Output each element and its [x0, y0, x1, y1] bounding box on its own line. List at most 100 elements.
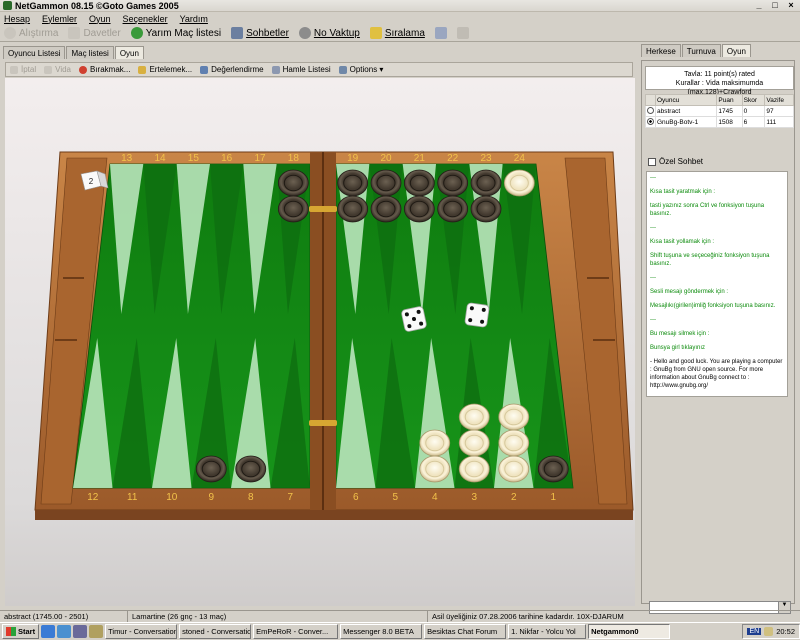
dark-checker[interactable]: [195, 455, 227, 483]
chat-message: ---: [650, 275, 656, 281]
private-chat-checkbox[interactable]: [648, 157, 656, 166]
cancel-button[interactable]: İptal: [10, 65, 36, 74]
close-button[interactable]: ×: [784, 0, 798, 10]
task-nikfar[interactable]: 1. Nikfar - Yolcu Yol: [508, 624, 587, 639]
white-checker[interactable]: [498, 403, 530, 431]
start-button[interactable]: Start: [2, 624, 40, 639]
dark-checker[interactable]: [370, 169, 402, 197]
dark-checker[interactable]: [337, 169, 369, 197]
task-netgammon[interactable]: Netgammon0: [588, 624, 671, 639]
dark-checker[interactable]: [470, 169, 502, 197]
top-point-label: 23: [480, 153, 492, 164]
menu-secenekler[interactable]: Seçenekler: [123, 14, 168, 24]
move-list-button[interactable]: Hamle Listesi: [271, 65, 331, 74]
menu-hesap[interactable]: Hesap: [4, 14, 30, 24]
no-time-icon: [298, 27, 311, 39]
resign-button[interactable]: Bırakmak...: [79, 65, 130, 74]
tab-match-list[interactable]: Maç listesi: [66, 46, 114, 59]
tab-everyone[interactable]: Herkese: [641, 44, 681, 57]
extra-toolbar-button-1[interactable]: [434, 27, 447, 39]
dark-checker[interactable]: [277, 169, 309, 197]
white-checker[interactable]: [419, 455, 451, 483]
evaluation-button[interactable]: Değerlendirme: [200, 65, 264, 74]
tray-icon[interactable]: [764, 627, 774, 636]
task-emperor[interactable]: EmPeRoR - Conver...: [253, 624, 339, 639]
postpone-button[interactable]: Ertelemek...: [138, 65, 192, 74]
maximize-button[interactable]: □: [768, 0, 782, 10]
invitations-button[interactable]: Davetler: [68, 27, 121, 39]
player-radio[interactable]: [647, 118, 654, 126]
task-messenger[interactable]: Messenger 8.0 BETA: [340, 624, 423, 639]
task-stoned[interactable]: stoned - Conversation: [179, 624, 252, 639]
postpone-icon: [138, 65, 147, 74]
menu-yardim[interactable]: Yardım: [180, 14, 208, 24]
task-besiktas-forum[interactable]: Besiktas Chat Forum: [424, 624, 507, 639]
private-chat-toggle[interactable]: Özel Sohbet: [648, 157, 703, 166]
cancel-icon: [10, 65, 18, 74]
doubling-cube[interactable]: 2: [80, 170, 109, 191]
practice-icon: [4, 27, 16, 39]
top-point-label: 16: [221, 153, 233, 164]
extra-toolbar-button-2[interactable]: [456, 27, 469, 39]
dark-checker[interactable]: [403, 169, 435, 197]
desktop-quicklaunch-icon[interactable]: [41, 625, 56, 638]
menu-eylemler[interactable]: Eylemler: [42, 14, 77, 24]
tab-game-chat[interactable]: Oyun: [721, 44, 751, 57]
tab-game[interactable]: Oyun: [114, 46, 144, 59]
move-list-icon: [271, 65, 280, 74]
white-checker[interactable]: [498, 429, 530, 457]
double-button[interactable]: Vida: [44, 65, 71, 74]
dark-checker[interactable]: [470, 195, 502, 223]
chat-message: Mesajlıkı(girilen)imliğ fonksiyon tuşuna…: [650, 303, 776, 309]
dark-checker[interactable]: [403, 195, 435, 223]
app-quicklaunch-icon[interactable]: [89, 625, 104, 638]
die-1[interactable]: [401, 306, 427, 332]
dark-checker[interactable]: [337, 195, 369, 223]
backgammon-board[interactable]: 13 14 15 16 17 18 19 20 21 22 23 2412 11 10 9 8 7 6 5 4 3 2 1 …: [5, 78, 635, 606]
white-checker[interactable]: [458, 429, 490, 457]
practice-button[interactable]: Alıştırma: [4, 27, 58, 39]
chats-button[interactable]: Sohbetler: [231, 27, 289, 39]
status-player: abstract (1745.00 - 2501): [0, 610, 128, 622]
white-checker[interactable]: [458, 455, 490, 483]
options-dropdown[interactable]: Options ▾: [338, 65, 383, 74]
menu-bar: Hesap Eylemler Oyun Seçenekler Yardım: [0, 12, 800, 25]
language-indicator[interactable]: EN: [747, 628, 762, 635]
menu-oyun[interactable]: Oyun: [89, 14, 111, 24]
white-checker[interactable]: [503, 169, 535, 197]
invitations-icon: [68, 27, 81, 39]
media-quicklaunch-icon[interactable]: [73, 625, 88, 638]
white-checker[interactable]: [458, 403, 490, 431]
white-checker[interactable]: [498, 455, 530, 483]
tab-player-list[interactable]: Oyuncu Listesi: [3, 46, 66, 59]
player-radio[interactable]: [647, 107, 654, 115]
bottom-point-label: 5: [392, 492, 398, 503]
dark-checker[interactable]: [537, 455, 569, 483]
table-row[interactable]: GnuBg-Botv-1 1508 6 111: [645, 116, 794, 128]
chat-message: Kısa tasit yollamak için :: [650, 239, 715, 245]
no-time-button[interactable]: No Vaktup: [298, 27, 360, 39]
dark-checker[interactable]: [235, 455, 267, 483]
dark-checker[interactable]: [437, 169, 469, 197]
dark-checker[interactable]: [277, 195, 309, 223]
chat-log[interactable]: --- Kısa tasit yaratmak için : tasti yazın…: [646, 171, 788, 397]
browser-quicklaunch-icon[interactable]: [57, 625, 72, 638]
dark-checker[interactable]: [370, 195, 402, 223]
ranking-button[interactable]: Sıralama: [369, 27, 425, 39]
window-controls: _ □ ×: [752, 0, 798, 10]
bottom-point-label: 6: [353, 492, 359, 503]
minimize-button[interactable]: _: [752, 0, 766, 10]
hinge-bottom: [309, 420, 337, 426]
game-area: 13 14 15 16 17 18 19 20 21 22 23 24 12 11 10 9 8 7 6 5 4 3 2 1 …: [5, 78, 635, 606]
tab-tournament[interactable]: Turnuva: [681, 44, 721, 57]
bottom-point-label: 10: [166, 492, 178, 503]
table-row[interactable]: abstract 1745 0 97: [645, 105, 794, 117]
dark-checker[interactable]: [437, 195, 469, 223]
task-timur[interactable]: Timur - Conversation: [105, 624, 178, 639]
ranking-icon: [369, 27, 382, 39]
bottom-point-label: 8: [248, 492, 254, 503]
white-checker[interactable]: [419, 429, 451, 457]
die-face: [464, 302, 490, 328]
half-match-list-button[interactable]: Yarım Maç listesi: [130, 27, 221, 39]
die-2[interactable]: [464, 302, 490, 328]
